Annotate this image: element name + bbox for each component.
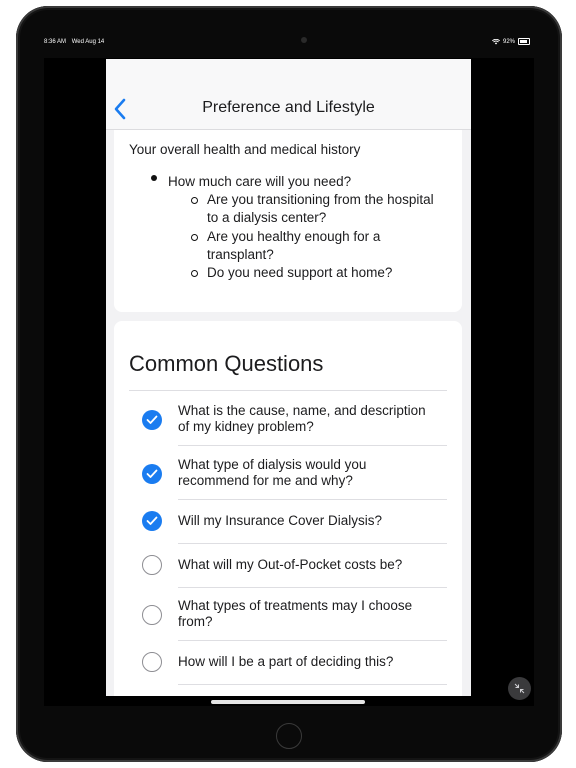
home-indicator[interactable]: [211, 700, 365, 704]
wifi-icon: [491, 38, 500, 44]
bullet-icon: [150, 174, 158, 182]
page-title: Preference and Lifestyle: [202, 99, 375, 116]
checkmark-circle-filled-icon[interactable]: [142, 511, 162, 531]
row-separator: [178, 499, 447, 500]
question-text: What type of dialysis would you recommen…: [178, 457, 450, 489]
row-separator: [178, 684, 447, 685]
row-separator: [178, 587, 447, 588]
question-text: How will I be a part of deciding this?: [178, 654, 394, 669]
sub-item-line: transplant?: [207, 247, 274, 262]
health-history-card: Your overall health and medical history …: [114, 130, 462, 312]
question-line: of my kidney problem?: [178, 419, 314, 434]
battery-percent: 92%: [502, 38, 515, 45]
question-line: What type of dialysis would you: [178, 457, 367, 472]
status-date: Wed Aug 14: [71, 39, 105, 45]
sub-item-transition: Are you transitioning from the hospital …: [207, 191, 457, 227]
status-time: 8:36 AM: [44, 39, 67, 45]
circle-bullet-icon: [191, 234, 198, 241]
row-separator: [178, 445, 447, 446]
collapse-arrows-icon: [514, 683, 525, 694]
collapse-button[interactable]: [508, 677, 531, 700]
battery-icon: [518, 38, 530, 45]
home-button[interactable]: [276, 723, 302, 749]
sub-item-home-support: Do you need support at home?: [207, 264, 457, 282]
question-text: Will my Insurance Cover Dialysis?: [178, 513, 383, 528]
sub-item-line: Are you transitioning from the hospital: [207, 192, 434, 207]
common-questions-card: Common Questions What is the cause, name…: [114, 321, 462, 696]
checkmark-circle-filled-icon[interactable]: [142, 464, 162, 484]
sub-item-line: Do you need support at home?: [207, 265, 393, 280]
status-bar: 8:36 AM Wed Aug 14 92%: [44, 37, 534, 49]
row-separator: [178, 543, 447, 544]
question-line: from?: [178, 614, 213, 629]
health-heading: Your overall health and medical history: [129, 142, 361, 157]
circle-outline-icon[interactable]: [142, 652, 162, 672]
question-text: What will my Out-of-Pocket costs be?: [178, 557, 403, 572]
sub-item-line: to a dialysis center?: [207, 210, 327, 225]
care-needed-bullet: How much care will you need?: [168, 174, 352, 189]
navigation-bar: Preference and Lifestyle: [106, 59, 471, 130]
circle-bullet-icon: [191, 197, 198, 204]
question-text: What types of treatments may I choose fr…: [178, 598, 450, 630]
app-window: Preference and Lifestyle Your overall he…: [106, 59, 471, 696]
sub-item-transplant: Are you healthy enough for a transplant?: [207, 228, 457, 264]
sub-item-line: Are you healthy enough for a: [207, 229, 381, 244]
question-line: What is the cause, name, and description: [178, 403, 426, 418]
question-line: What types of treatments may I choose: [178, 598, 413, 613]
divider: [129, 390, 447, 391]
question-line: recommend for me and why?: [178, 473, 353, 488]
circle-outline-icon[interactable]: [142, 605, 162, 625]
circle-outline-icon[interactable]: [142, 555, 162, 575]
row-separator: [178, 640, 447, 641]
question-text: What is the cause, name, and description…: [178, 403, 450, 435]
checkmark-circle-filled-icon[interactable]: [142, 410, 162, 430]
circle-bullet-icon: [191, 270, 198, 277]
common-questions-title: Common Questions: [129, 351, 324, 376]
